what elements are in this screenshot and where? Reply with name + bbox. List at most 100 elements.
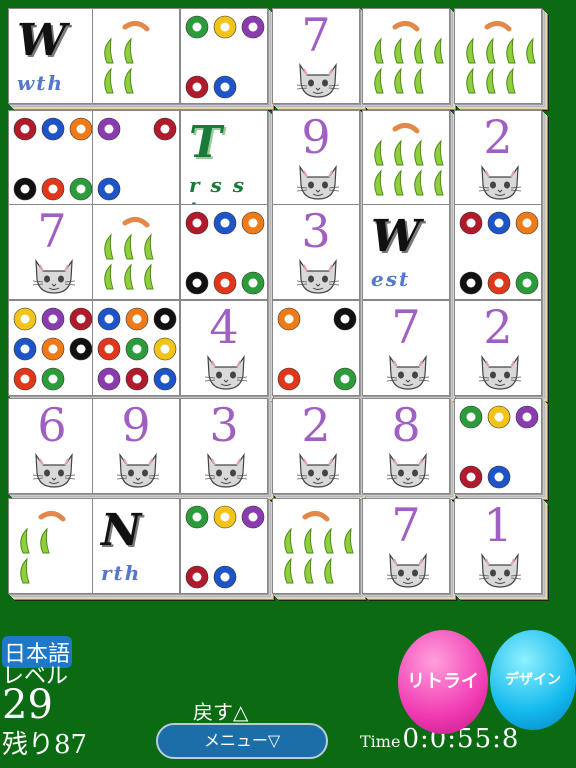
bamboo-icon	[374, 123, 444, 196]
mahjong-tile[interactable]: 2	[454, 300, 542, 396]
mahjong-tile[interactable]: 7	[8, 204, 96, 300]
mahjong-tile[interactable]: 7	[362, 300, 450, 396]
mahjong-tile[interactable]	[180, 498, 268, 594]
mahjong-tile[interactable]	[362, 110, 450, 206]
mahjong-tile[interactable]	[454, 398, 542, 494]
bamboo-icon	[284, 511, 354, 584]
tile-number: 3	[209, 398, 239, 452]
tile-number: 9	[121, 398, 151, 452]
cat-icon	[386, 354, 430, 390]
wind-word: rth	[101, 561, 142, 585]
control-panel: 日本語 レベル 29 残り87 戻す△ メニュー▽ Time0:0:55:8 リ…	[0, 624, 576, 768]
cat-icon	[296, 452, 340, 488]
mahjong-tile[interactable]	[454, 204, 542, 300]
balls-icon	[459, 211, 539, 295]
mahjong-tile[interactable]	[272, 300, 360, 396]
retry-button[interactable]: リトライ	[398, 630, 488, 734]
game-board: Wwth7Tr s s t9273West47269328Nrth71	[0, 0, 576, 624]
tile-number: 9	[301, 110, 331, 164]
mahjong-tile[interactable]	[92, 204, 180, 300]
mahjong-tile[interactable]	[92, 300, 180, 396]
bamboo-icon	[104, 21, 150, 94]
mahjong-tile[interactable]: 3	[180, 398, 268, 494]
mahjong-tile[interactable]: Tr s s t	[180, 110, 268, 206]
cat-icon	[32, 258, 76, 294]
balls-icon	[97, 307, 177, 391]
tile-number: 7	[391, 300, 421, 354]
tile-number: 3	[301, 204, 331, 258]
cat-icon	[116, 452, 160, 488]
tile-number: 7	[37, 204, 67, 258]
level-number: 29	[2, 682, 53, 728]
mahjong-tile[interactable]	[180, 204, 268, 300]
mahjong-tile[interactable]: 8	[362, 398, 450, 494]
tile-number: 7	[301, 8, 331, 62]
mahjong-tile[interactable]: Nrth	[92, 498, 180, 594]
time-label: Time	[360, 732, 401, 751]
mahjong-tile[interactable]: 9	[92, 398, 180, 494]
cat-icon	[478, 552, 522, 588]
balls-icon	[97, 117, 177, 201]
wind-word: wth	[17, 71, 64, 95]
mahjong-tile[interactable]: 7	[272, 8, 360, 104]
tile-number: 7	[391, 498, 421, 552]
balls-icon	[13, 307, 93, 391]
mahjong-tile[interactable]	[8, 498, 96, 594]
cat-icon	[296, 164, 340, 200]
tile-number: 8	[391, 398, 421, 452]
wind-glyph: W	[371, 211, 421, 262]
wind-glyph: T	[189, 117, 222, 168]
balls-icon	[277, 307, 357, 391]
undo-button[interactable]: 戻す△	[193, 696, 248, 725]
tile-number: 2	[483, 300, 513, 354]
balls-icon	[185, 15, 265, 99]
cat-icon	[204, 452, 248, 488]
tile-number: 6	[37, 398, 67, 452]
wind-icon: West	[367, 209, 447, 297]
bamboo-icon	[104, 217, 154, 290]
mahjong-tile[interactable]: 2	[272, 398, 360, 494]
mahjong-tile[interactable]: 6	[8, 398, 96, 494]
wind-icon: Tr s s t	[185, 115, 265, 205]
design-button[interactable]: デザイン	[490, 630, 576, 730]
balls-icon	[459, 405, 539, 489]
cat-icon	[478, 354, 522, 390]
menu-button[interactable]: メニュー▽	[156, 723, 328, 759]
balls-icon	[185, 211, 265, 295]
cat-icon	[32, 452, 76, 488]
mahjong-tile[interactable]	[272, 498, 360, 594]
cat-icon	[386, 552, 430, 588]
mahjong-tile[interactable]: 2	[454, 110, 542, 206]
wind-icon: Nrth	[97, 503, 177, 591]
remaining-count: 残り87	[2, 730, 88, 760]
mahjong-tile[interactable]	[454, 8, 542, 104]
mahjong-tile[interactable]: Wwth	[8, 8, 96, 104]
bamboo-icon	[466, 21, 536, 94]
cat-icon	[296, 258, 340, 294]
mahjong-tile[interactable]: West	[362, 204, 450, 300]
tile-number: 2	[301, 398, 331, 452]
mahjong-tile[interactable]	[92, 8, 180, 104]
mahjong-tile[interactable]: 7	[362, 498, 450, 594]
mahjong-tile[interactable]	[8, 110, 96, 206]
mahjong-tile[interactable]: 9	[272, 110, 360, 206]
cat-icon	[386, 452, 430, 488]
wind-glyph: N	[101, 505, 142, 556]
cat-icon	[204, 354, 248, 390]
balls-icon	[185, 505, 265, 589]
wind-icon: Wwth	[13, 13, 93, 101]
tile-number: 1	[483, 498, 513, 552]
mahjong-tile[interactable]	[180, 8, 268, 104]
tile-number: 2	[483, 110, 513, 164]
mahjong-tile[interactable]	[362, 8, 450, 104]
mahjong-tile[interactable]	[8, 300, 96, 396]
bamboo-icon	[374, 21, 444, 94]
mahjong-tile[interactable]: 4	[180, 300, 268, 396]
cat-icon	[296, 62, 340, 98]
cat-icon	[478, 164, 522, 200]
mahjong-tile[interactable]: 1	[454, 498, 542, 594]
mahjong-tile[interactable]: 3	[272, 204, 360, 300]
wind-word: est	[371, 267, 411, 291]
mahjong-tile[interactable]	[92, 110, 180, 206]
bamboo-icon	[20, 511, 66, 584]
